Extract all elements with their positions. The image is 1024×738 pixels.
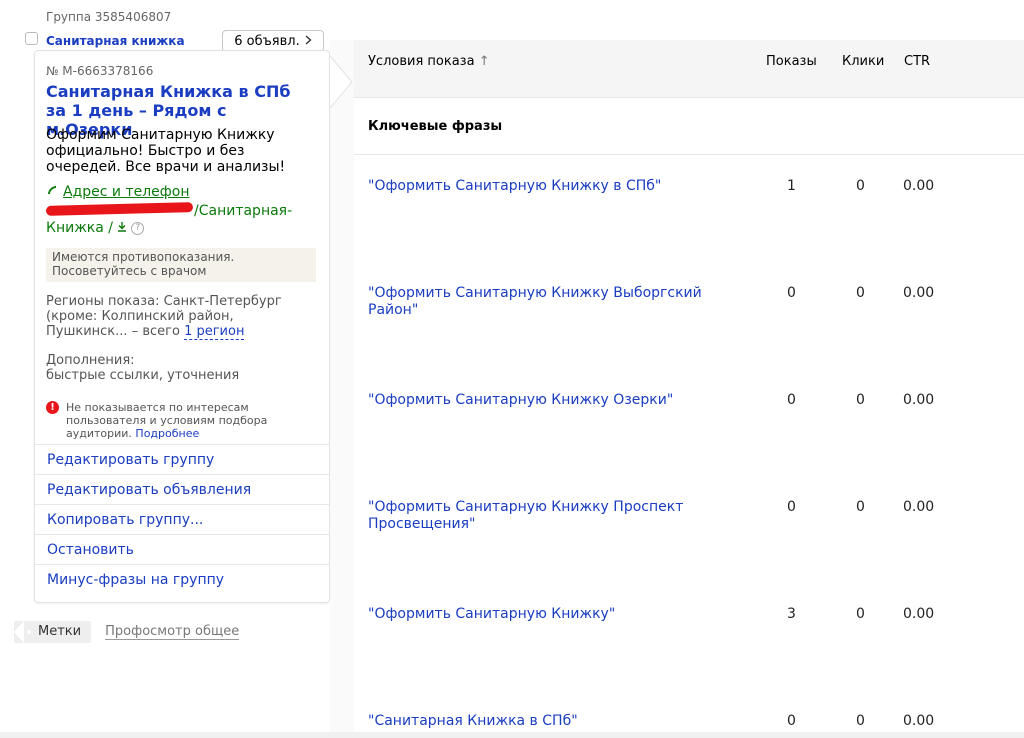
help-icon[interactable]: ? (131, 221, 145, 235)
clicks-value: 0 (856, 713, 865, 729)
header-impressions[interactable]: Показы (766, 54, 817, 69)
keyword-phrase[interactable]: "Оформить Санитарную Книжку" (368, 606, 748, 623)
alert-icon: ! (46, 401, 59, 414)
keyword-phrase[interactable]: "Санитарная Книжка в СПб" (368, 713, 748, 730)
impressions-value: 0 (787, 499, 796, 515)
action-negative-keywords[interactable]: Минус-фразы на группу (35, 564, 329, 594)
group-id-label: Группа 3585406807 (46, 10, 172, 24)
action-edit-group[interactable]: Редактировать группу (35, 444, 329, 474)
download-icon (117, 221, 131, 235)
impressions-value: 1 (787, 178, 796, 194)
group-checkbox[interactable] (25, 32, 38, 45)
header-clicks[interactable]: Клики (842, 54, 884, 69)
action-copy-group[interactable]: Копировать группу... (35, 504, 329, 534)
keyword-phrase[interactable]: "Оформить Санитарную Книжку Выборгский Р… (368, 285, 748, 319)
ctr-value: 0.00 (903, 499, 935, 515)
notice-more-link[interactable]: Подробнее (135, 427, 199, 440)
regions-link[interactable]: 1 регион (184, 324, 245, 340)
ctr-value: 0.00 (903, 285, 935, 301)
clicks-value: 0 (856, 285, 865, 301)
ads-count-button[interactable]: 6 объявл. (222, 30, 324, 52)
ad-number: № M-6663378166 (46, 64, 154, 78)
header-conditions[interactable]: Условия показа ↑ (368, 54, 490, 69)
ctr-value: 0.00 (903, 178, 935, 194)
keyword-phrase[interactable]: "Оформить Санитарную Книжку в СПб" (368, 178, 748, 195)
tag-hole-icon (27, 630, 31, 634)
sort-asc-icon: ↑ (478, 54, 490, 69)
impressions-value: 3 (787, 606, 796, 622)
labels-tag[interactable]: Метки (14, 621, 92, 643)
phone-icon (46, 184, 58, 200)
conditions-table: Условия показа ↑ Показы Клики CTR Ключев… (354, 40, 1024, 738)
clicks-value: 0 (856, 606, 865, 622)
group-name[interactable]: Санитарная книжка (46, 34, 185, 48)
contact-label: Адрес и телефон (63, 184, 190, 200)
chevron-right-icon (305, 34, 312, 49)
ads-count-label: 6 объявл. (234, 33, 300, 49)
ctr-value: 0.00 (903, 606, 935, 622)
clicks-value: 0 (856, 178, 865, 194)
ctr-value: 0.00 (903, 392, 935, 408)
contact-link[interactable]: Адрес и телефон (46, 184, 189, 200)
targeting-notice: ! Не показывается по интересам пользоват… (46, 401, 324, 440)
impressions-value: 0 (787, 713, 796, 729)
ctr-value: 0.00 (903, 713, 935, 729)
horizontal-scrollbar[interactable] (0, 732, 1024, 738)
table-header: Условия показа ↑ Показы Клики CTR (354, 40, 1024, 98)
clicks-value: 0 (856, 499, 865, 515)
extras-title: Дополнения: (46, 353, 135, 368)
regions-info: Регионы показа: Санкт-Петербург (кроме: … (46, 294, 318, 340)
action-stop[interactable]: Остановить (35, 534, 329, 564)
ad-text: Оформим Санитарную Книжку официально! Бы… (46, 127, 286, 175)
clicks-value: 0 (856, 392, 865, 408)
keyword-phrase[interactable]: "Оформить Санитарную Книжку Проспект Про… (368, 499, 688, 533)
left-gutter (330, 40, 354, 738)
keyword-phrase[interactable]: "Оформить Санитарную Книжку Озерки" (368, 392, 748, 409)
label-link[interactable]: Профосмотр общее (105, 624, 240, 640)
impressions-value: 0 (787, 392, 796, 408)
warning-box: Имеются противопоказания. Посоветуйтесь … (46, 248, 316, 282)
section-keywords: Ключевые фразы (354, 98, 1024, 155)
extras-info: Дополнения: быстрые ссылки, уточнения (46, 353, 318, 383)
callout-caret (330, 55, 353, 108)
labels-tag-label: Метки (38, 624, 82, 639)
impressions-value: 0 (787, 285, 796, 301)
ad-card: № M-6663378166 Санитарная Книжка в СПб з… (34, 50, 330, 603)
header-ctr[interactable]: CTR (904, 54, 930, 69)
labels-row: Метки Профосмотр общее (14, 621, 240, 643)
regions-text: Регионы показа: Санкт-Петербург (кроме: … (46, 294, 282, 339)
extras-value: быстрые ссылки, уточнения (46, 368, 240, 383)
action-edit-ads[interactable]: Редактировать объявления (35, 474, 329, 504)
